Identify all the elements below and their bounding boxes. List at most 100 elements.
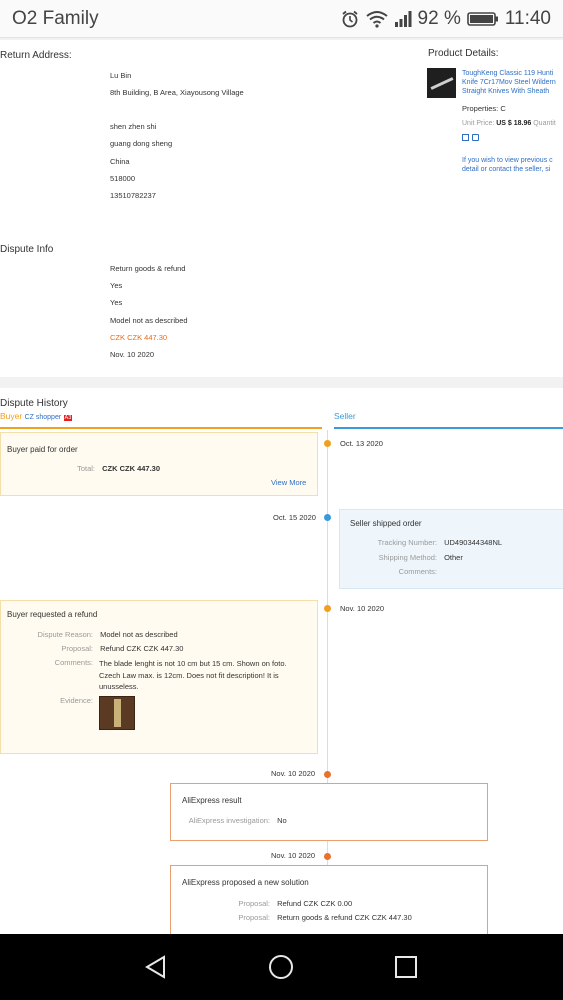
info-row-value: guang dong sheng	[110, 139, 173, 149]
info-row-value: Lu Bin	[110, 71, 132, 80]
total-value: CZK CZK 447.30	[102, 464, 161, 473]
product-name-line: ToughKeng Classic 119 Hunti	[462, 70, 554, 77]
investigation-value: No	[277, 816, 287, 825]
event-date: Oct. 15 2020	[273, 513, 316, 522]
dispute-history-title: Dispute History	[0, 398, 68, 409]
screen: O2 Family 92 % 11:40 Return Address: Con…	[0, 0, 563, 1000]
dispute-info-title: Dispute Info	[0, 244, 54, 255]
info-row-value: China	[110, 156, 130, 166]
tracking-value[interactable]: UD490344348NL	[444, 538, 502, 547]
view-more-link[interactable]: View More	[271, 478, 306, 487]
evidence-label: Evidence:	[60, 696, 93, 705]
dispute-history: Dispute History Buyer CZ shopper A3 Sell…	[0, 388, 563, 945]
info-row-value: 8th Building, B Area, Xiayousong Village	[110, 88, 244, 98]
info-row-value: shen zhen shi	[110, 122, 157, 132]
comments-label: Comments:	[54, 658, 93, 667]
comments-value: The blade lenght is not 10 cm but 15 cm.…	[99, 658, 287, 693]
timeline-dot	[324, 514, 331, 521]
battery-percent: 92 %	[417, 8, 461, 29]
seller-column-rule	[334, 427, 563, 429]
timeline-dot	[324, 440, 331, 447]
comments-row: Comments:	[340, 567, 437, 576]
product-icons	[462, 134, 480, 142]
comments-row: Comments:	[1, 658, 93, 667]
shipping-method-value: Other	[444, 553, 463, 562]
clock: 11:40	[504, 8, 551, 29]
product-name-line: Straight Knives With Sheath	[462, 88, 550, 95]
tracking-row: Tracking Number: UD490344348NL	[340, 538, 502, 547]
signal-icon	[394, 11, 412, 27]
total-row: Total: CZK CZK 447.30	[1, 464, 160, 473]
status-bar: O2 Family 92 % 11:40	[0, 0, 563, 38]
carrier-name: O2 Family	[12, 8, 99, 29]
buyer-level-badge: A3	[63, 415, 73, 421]
dispute-reason-label: Dispute Reason:	[37, 630, 93, 639]
compare-icon[interactable]	[472, 134, 479, 141]
proposal-label: Proposal:	[238, 899, 270, 908]
product-properties: Properties: C	[462, 104, 506, 113]
info-row-value: 518000	[110, 173, 136, 183]
event-title: AliExpress proposed a new solution	[182, 878, 309, 887]
info-row-value: Return goods & refund	[110, 264, 186, 273]
product-name-link[interactable]: ToughKeng Classic 119 Hunti Knife 7Cr17M…	[462, 69, 556, 96]
proposal-row: Proposal: Return goods & refund CZK CZK …	[171, 913, 412, 922]
event-date: Nov. 10 2020	[271, 769, 316, 778]
info-row-value: Yes	[110, 281, 123, 291]
info-row-value: CZK CZK 447.30	[110, 332, 168, 342]
comment-line: unusseless.	[99, 682, 139, 691]
previous-order-note[interactable]: If you wish to view previous c detail or…	[462, 156, 553, 174]
event-title: Seller shipped order	[350, 519, 422, 528]
proposal-value: Return goods & refund CZK CZK 447.30	[277, 913, 412, 922]
back-icon[interactable]	[143, 954, 169, 980]
refund-request-card: Buyer requested a refund Dispute Reason:…	[0, 600, 318, 754]
info-row-value: Model not as described	[110, 315, 188, 325]
buyer-column-rule	[0, 427, 322, 429]
shipping-method-label: Shipping Method:	[378, 553, 437, 562]
return-address-title: Return Address:	[0, 50, 72, 61]
snapshot-icon[interactable]	[462, 134, 469, 141]
proposal-row: Proposal: Refund CZK CZK 447.30	[1, 644, 183, 653]
timeline-dot	[324, 605, 331, 612]
event-title: Buyer paid for order	[7, 445, 78, 454]
proposal-value: Refund CZK CZK 0.00	[277, 899, 353, 908]
battery-icon	[467, 12, 498, 26]
proposal-label: Proposal:	[238, 913, 270, 922]
timeline-dot	[324, 771, 331, 778]
note-line: detail or contact the seller, si	[462, 166, 551, 173]
proposal-label: Proposal:	[61, 644, 93, 653]
info-row-value: Yes	[110, 298, 123, 308]
product-details: Product Details: ToughKeng Classic 119 H…	[418, 40, 563, 377]
event-date: Nov. 10 2020	[340, 604, 385, 613]
unit-price-row: Unit Price: US $ 18.96 Quantit	[462, 120, 556, 127]
recents-icon[interactable]	[394, 955, 418, 979]
unit-price-label: Unit Price:	[462, 120, 495, 127]
event-date: Oct. 13 2020	[340, 439, 383, 448]
info-row-value: Nov. 10 2020	[110, 350, 155, 359]
aliexpress-result-card: AliExpress result AliExpress investigati…	[170, 783, 488, 841]
quantity-label: Quantit	[533, 120, 556, 127]
buyer-header: Buyer CZ shopper A3	[0, 411, 73, 421]
seller-label: Seller	[334, 411, 356, 421]
investigation-label: AliExpress investigation:	[188, 816, 270, 825]
wifi-icon	[365, 11, 388, 28]
proposal-value: Refund CZK CZK 447.30	[100, 644, 184, 653]
timeline-dot	[324, 853, 331, 860]
comments-label: Comments:	[398, 567, 437, 576]
evidence-photo[interactable]	[99, 696, 135, 730]
product-thumbnail[interactable]	[427, 68, 456, 98]
product-details-title: Product Details:	[428, 48, 499, 59]
order-info-panel: Return Address: Contact Name:Lu BinStree…	[0, 40, 563, 377]
home-icon[interactable]	[268, 954, 294, 980]
seller-shipped-card: Seller shipped order Tracking Number: UD…	[339, 509, 563, 589]
investigation-row: AliExpress investigation: No	[171, 816, 287, 825]
shipping-method-row: Shipping Method: Other	[340, 553, 463, 562]
info-row-value: 13510782237	[110, 190, 156, 200]
buyer-label: Buyer	[0, 411, 23, 421]
new-solution-card: AliExpress proposed a new solution Propo…	[170, 865, 488, 945]
event-date: Nov. 10 2020	[271, 851, 316, 860]
dispute-reason-row: Dispute Reason: Model not as described	[1, 630, 178, 639]
comment-line: The blade lenght is not 10 cm but 15 cm.…	[99, 659, 287, 668]
proposal-row: Proposal: Refund CZK CZK 0.00	[171, 899, 352, 908]
knife-blade-shape	[114, 699, 121, 727]
buyer-name[interactable]: CZ shopper	[25, 414, 62, 421]
